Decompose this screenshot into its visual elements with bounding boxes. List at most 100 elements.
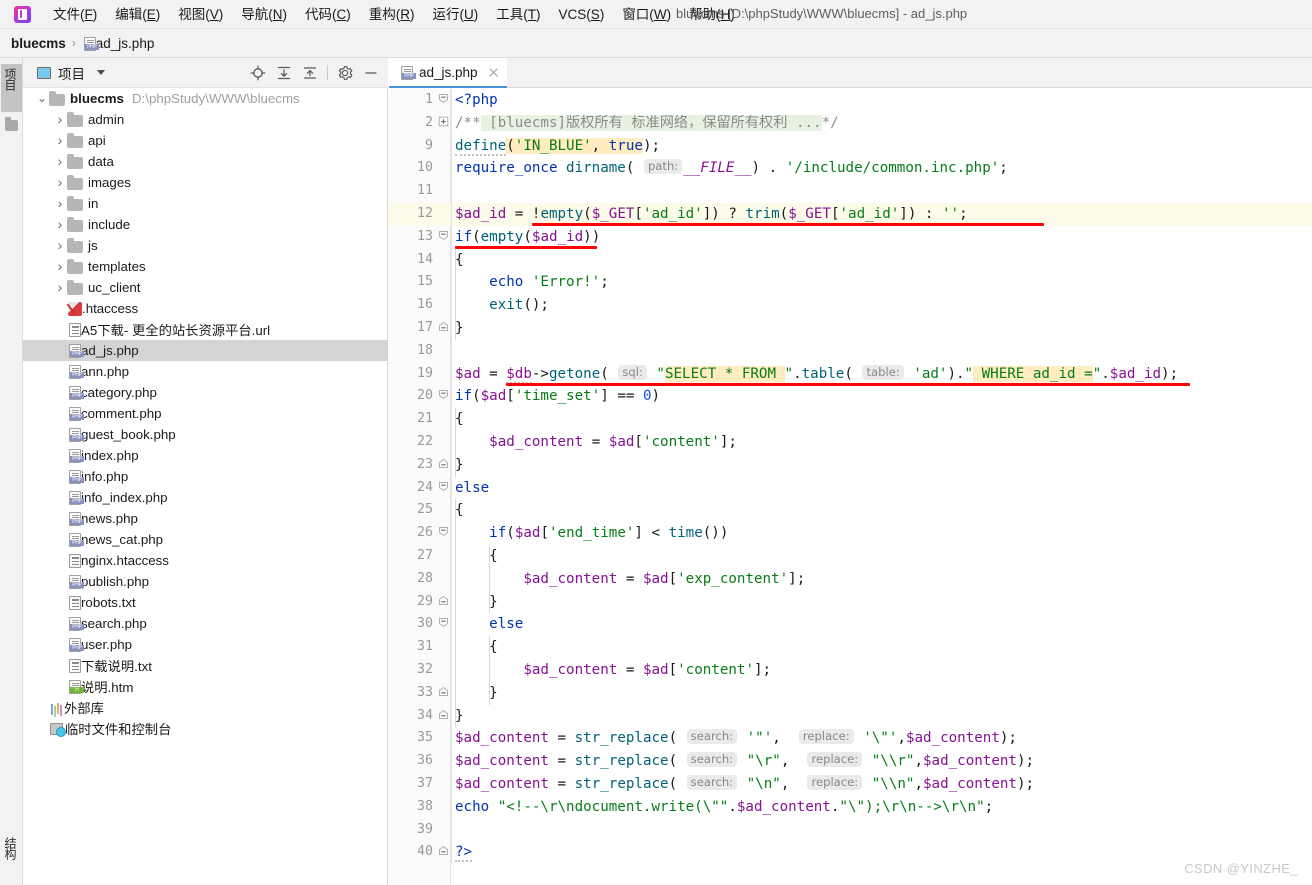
collapse-all-icon[interactable] bbox=[297, 60, 323, 86]
code-line-32[interactable]: 32 $ad_content = $ad['content']; bbox=[389, 658, 1312, 682]
fold-collapse-icon[interactable] bbox=[437, 89, 449, 112]
code-line-12[interactable]: 12 $ad_id = !empty($_GET['ad_id']) ? trim… bbox=[389, 202, 1312, 226]
tree-item-[interactable]: · 临时文件和控制台 bbox=[23, 718, 388, 739]
tree-item-data[interactable]: › data bbox=[23, 151, 388, 172]
fold-collapse-icon[interactable] bbox=[437, 385, 449, 408]
tree-item-api[interactable]: › api bbox=[23, 130, 388, 151]
tree-item-uc_client[interactable]: › uc_client bbox=[23, 277, 388, 298]
code-line-24[interactable]: 24 else bbox=[389, 476, 1312, 500]
tree-item-user.php[interactable]: · user.php bbox=[23, 634, 388, 655]
code-line-10[interactable]: 10 require_once dirname( path: __FILE__) .… bbox=[389, 157, 1312, 181]
tree-item-admin[interactable]: › admin bbox=[23, 109, 388, 130]
tree-item-include[interactable]: › include bbox=[23, 214, 388, 235]
fold-collapse-icon[interactable] bbox=[437, 226, 449, 249]
code-line-25[interactable]: 25 { bbox=[389, 499, 1312, 523]
menu-item-view[interactable]: 视图(V) bbox=[170, 3, 231, 26]
fold-region-end-icon[interactable] bbox=[437, 705, 449, 728]
chevron-down-icon[interactable]: ⌄ bbox=[35, 88, 49, 109]
tree-item-a5-.url[interactable]: · A5下载- 更全的站长资源平台.url bbox=[23, 319, 388, 340]
fold-region-end-icon[interactable] bbox=[437, 591, 449, 614]
code-line-19[interactable]: 19 $ad = $db->getone( sql: "SELECT * FROM… bbox=[389, 362, 1312, 386]
chevron-right-icon[interactable]: › bbox=[53, 277, 67, 298]
tree-item-info.php[interactable]: · info.php bbox=[23, 466, 388, 487]
code-line-31[interactable]: 31 { bbox=[389, 636, 1312, 659]
tree-item-.htm[interactable]: · 说明.htm bbox=[23, 676, 388, 697]
settings-gear-icon[interactable] bbox=[332, 60, 358, 86]
code-line-9[interactable]: 9 define('IN_BLUE', true); bbox=[389, 134, 1312, 158]
code-line-15[interactable]: 15 echo 'Error!'; bbox=[389, 271, 1312, 295]
tree-item-news.php[interactable]: · news.php bbox=[23, 508, 388, 529]
code-line-16[interactable]: 16 exit(); bbox=[389, 294, 1312, 317]
chevron-right-icon[interactable]: › bbox=[53, 130, 67, 151]
tree-item-comment.php[interactable]: · comment.php bbox=[23, 403, 388, 424]
chevron-right-icon[interactable]: › bbox=[53, 151, 67, 172]
tree-item-images[interactable]: › images bbox=[23, 172, 388, 193]
tree-item-js[interactable]: › js bbox=[23, 235, 388, 256]
code-line-34[interactable]: 34} bbox=[389, 704, 1312, 728]
breadcrumb-file[interactable]: ad_js.php bbox=[96, 36, 155, 51]
code-line-30[interactable]: 30 else bbox=[389, 613, 1312, 637]
chevron-down-icon[interactable] bbox=[97, 70, 105, 75]
code-line-27[interactable]: 27 { bbox=[389, 544, 1312, 568]
tree-item-news_cat.php[interactable]: · news_cat.php bbox=[23, 529, 388, 550]
chevron-right-icon[interactable]: › bbox=[53, 214, 67, 235]
code-line-28[interactable]: 28 $ad_content = $ad['exp_content']; bbox=[389, 567, 1312, 591]
fold-region-end-icon[interactable] bbox=[437, 682, 449, 705]
menu-item-edit[interactable]: 编辑(E) bbox=[107, 3, 168, 26]
toolwindow-tab-structure[interactable]: 结构 bbox=[1, 833, 22, 879]
code-line-36[interactable]: 36 $ad_content = str_replace( search: "\r… bbox=[389, 750, 1312, 773]
chevron-right-icon[interactable]: › bbox=[53, 109, 67, 130]
project-file-tree[interactable]: ⌄ bluecms D:\phpStudy\WWW\bluecms › admin › ap… bbox=[23, 88, 388, 885]
code-line-23[interactable]: 23} bbox=[389, 453, 1312, 477]
code-line-33[interactable]: 33 } bbox=[389, 681, 1312, 705]
code-line-11[interactable]: 11 bbox=[389, 180, 1312, 203]
tree-item-guest_book.php[interactable]: · guest_book.php bbox=[23, 424, 388, 445]
tree-item-.txt[interactable]: · 下载说明.txt bbox=[23, 655, 388, 676]
code-line-38[interactable]: 38 echo "<!--\r\ndocument.write(\"".$ad_c… bbox=[389, 795, 1312, 819]
code-line-29[interactable]: 29 } bbox=[389, 590, 1312, 614]
code-editor[interactable]: 1 <?php 2 /** [bluecms]版权所有 标准网络，保留所有权利 ...… bbox=[389, 89, 1312, 885]
tree-item-info_index.php[interactable]: · info_index.php bbox=[23, 487, 388, 508]
fold-collapse-icon[interactable] bbox=[437, 522, 449, 545]
fold-collapse-icon[interactable] bbox=[437, 477, 449, 500]
locate-icon[interactable] bbox=[245, 60, 271, 86]
chevron-right-icon[interactable]: › bbox=[53, 235, 67, 256]
tree-item-robots.txt[interactable]: · robots.txt bbox=[23, 592, 388, 613]
chevron-right-icon[interactable]: › bbox=[53, 172, 67, 193]
breadcrumb-root[interactable]: bluecms bbox=[11, 36, 66, 51]
tree-item-[interactable]: · 外部库 bbox=[23, 697, 388, 718]
folder-icon[interactable] bbox=[5, 117, 18, 131]
menu-item-refactor[interactable]: 重构(R) bbox=[361, 3, 423, 26]
fold-collapse-icon[interactable] bbox=[437, 613, 449, 636]
tree-item-bluecms[interactable]: ⌄ bluecms D:\phpStudy\WWW\bluecms bbox=[23, 88, 388, 109]
chevron-right-icon[interactable]: › bbox=[53, 256, 67, 277]
code-line-1[interactable]: 1 <?php bbox=[389, 89, 1312, 112]
code-line-39[interactable]: 39 bbox=[389, 818, 1312, 842]
menu-item-window[interactable]: 窗口(W) bbox=[614, 3, 679, 26]
tree-item-ann.php[interactable]: · ann.php bbox=[23, 361, 388, 382]
menu-item-navigate[interactable]: 导航(N) bbox=[233, 3, 295, 26]
fold-region-end-icon[interactable] bbox=[437, 454, 449, 477]
code-line-22[interactable]: 22 $ad_content = $ad['content']; bbox=[389, 430, 1312, 454]
close-icon[interactable] bbox=[487, 66, 500, 79]
code-line-37[interactable]: 37 $ad_content = str_replace( search: "\n… bbox=[389, 772, 1312, 796]
fold-region-end-icon[interactable] bbox=[437, 841, 449, 864]
menu-item-run[interactable]: 运行(U) bbox=[425, 3, 487, 26]
tree-item-index.php[interactable]: · index.php bbox=[23, 445, 388, 466]
hide-panel-icon[interactable] bbox=[358, 60, 384, 86]
tree-item-templates[interactable]: › templates bbox=[23, 256, 388, 277]
fold-region-end-icon[interactable] bbox=[437, 317, 449, 340]
tree-item-search.php[interactable]: · search.php bbox=[23, 613, 388, 634]
code-line-18[interactable]: 18 bbox=[389, 339, 1312, 363]
menu-item-file[interactable]: 文件(F) bbox=[45, 3, 105, 26]
tree-item-nginx.htaccess[interactable]: · nginx.htaccess bbox=[23, 550, 388, 571]
tree-item-in[interactable]: › in bbox=[23, 193, 388, 214]
code-line-40[interactable]: 40 ?> bbox=[389, 841, 1312, 865]
code-line-35[interactable]: 35 $ad_content = str_replace( search: '"'… bbox=[389, 727, 1312, 751]
menu-item-code[interactable]: 代码(C) bbox=[297, 3, 359, 26]
tree-item-.htaccess[interactable]: · .htaccess bbox=[23, 298, 388, 319]
fold-expand-icon[interactable] bbox=[437, 112, 449, 135]
code-line-13[interactable]: 13 if(empty($ad_id)) bbox=[389, 225, 1312, 249]
code-line-14[interactable]: 14 { bbox=[389, 248, 1312, 272]
expand-all-icon[interactable] bbox=[271, 60, 297, 86]
